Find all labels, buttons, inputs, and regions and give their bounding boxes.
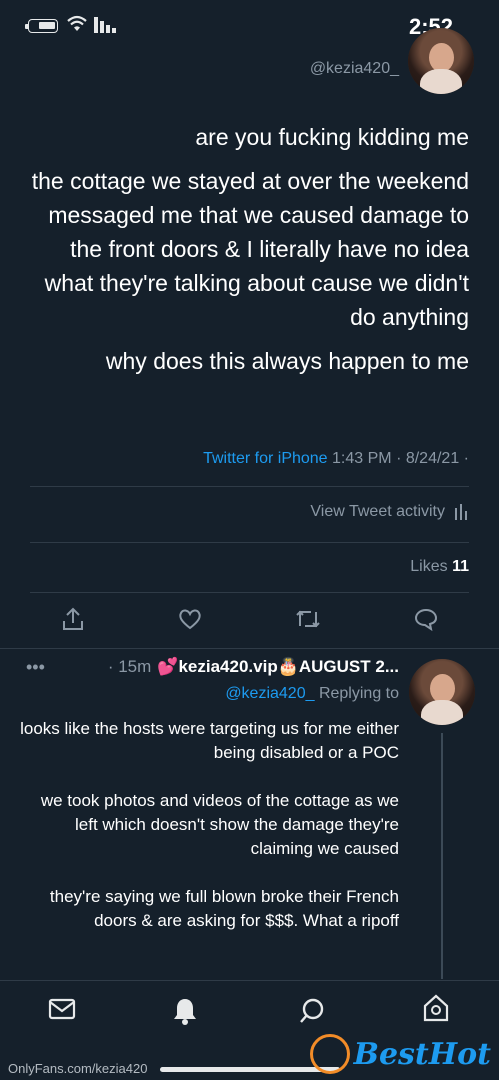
replying-to: @kezia420_ Replying to bbox=[225, 685, 399, 703]
share-icon[interactable] bbox=[60, 606, 86, 632]
battery-icon bbox=[25, 19, 58, 33]
wifi-icon bbox=[67, 15, 87, 31]
divider bbox=[30, 592, 469, 593]
more-options-icon[interactable]: ••• bbox=[26, 657, 45, 678]
tweet-body: are you fucking kidding me the cottage w… bbox=[29, 120, 469, 388]
thread-line bbox=[441, 733, 443, 979]
tweet-author-handle[interactable]: @kezia420_ bbox=[310, 60, 399, 78]
notifications-icon[interactable] bbox=[172, 997, 198, 1030]
tweet-actions bbox=[60, 604, 439, 634]
tweet-paragraph: why does this always happen to me bbox=[105, 348, 469, 374]
tweet-paragraph: the cottage we stayed at over the weeken… bbox=[31, 168, 469, 330]
home-icon[interactable] bbox=[422, 993, 450, 1028]
reply-paragraph: looks like the hosts were targeting us f… bbox=[20, 719, 399, 762]
reply-avatar[interactable] bbox=[409, 659, 475, 725]
tweet-source-link[interactable]: Twitter for iPhone bbox=[203, 450, 328, 467]
view-tweet-activity[interactable]: View Tweet activity bbox=[310, 503, 469, 521]
tweet-timestamp: 1:43 PM · 8/24/21 · bbox=[332, 450, 469, 467]
likes-label: Likes bbox=[410, 558, 448, 575]
tweet-paragraph: are you fucking kidding me bbox=[195, 124, 469, 150]
logo-text: BestHot bbox=[353, 1036, 491, 1072]
reply-header: · 15m 💕kezia420.vip🎂AUGUST 2... bbox=[108, 657, 399, 677]
reply-body: looks like the hosts were targeting us f… bbox=[19, 717, 399, 957]
replying-prefix: Replying to bbox=[318, 685, 399, 702]
tweet-meta: Twitter for iPhone 1:43 PM · 8/24/21 · bbox=[203, 450, 469, 468]
reply-icon[interactable] bbox=[413, 606, 439, 632]
watermark-logo: BestHot bbox=[309, 1034, 491, 1074]
reply-paragraph: we took photos and videos of the cottage… bbox=[40, 791, 399, 858]
bar-chart-icon bbox=[455, 504, 467, 520]
retweet-icon[interactable] bbox=[294, 606, 322, 632]
messages-icon[interactable] bbox=[48, 997, 76, 1026]
likes-count[interactable]: Likes 11 bbox=[410, 558, 469, 576]
search-icon[interactable] bbox=[298, 997, 326, 1030]
watermark-text: OnlyFans.com/kezia420 bbox=[8, 1061, 148, 1076]
likes-number: 11 bbox=[452, 558, 469, 575]
reply-tweet[interactable]: ••• · 15m 💕kezia420.vip🎂AUGUST 2... @kez… bbox=[0, 648, 499, 979]
author-avatar[interactable] bbox=[408, 28, 474, 94]
like-icon[interactable] bbox=[177, 606, 203, 632]
replying-handle[interactable]: @kezia420_ bbox=[225, 685, 314, 702]
activity-label: View Tweet activity bbox=[310, 503, 445, 520]
divider bbox=[30, 542, 469, 543]
reply-paragraph: they're saying we full blown broke their… bbox=[49, 887, 399, 930]
reply-author-name[interactable]: 💕kezia420.vip🎂AUGUST 2... bbox=[157, 657, 399, 677]
logo-mark-icon bbox=[309, 1034, 350, 1074]
divider bbox=[30, 486, 469, 487]
reply-time: · 15m bbox=[107, 657, 152, 676]
signal-icon bbox=[94, 17, 116, 33]
